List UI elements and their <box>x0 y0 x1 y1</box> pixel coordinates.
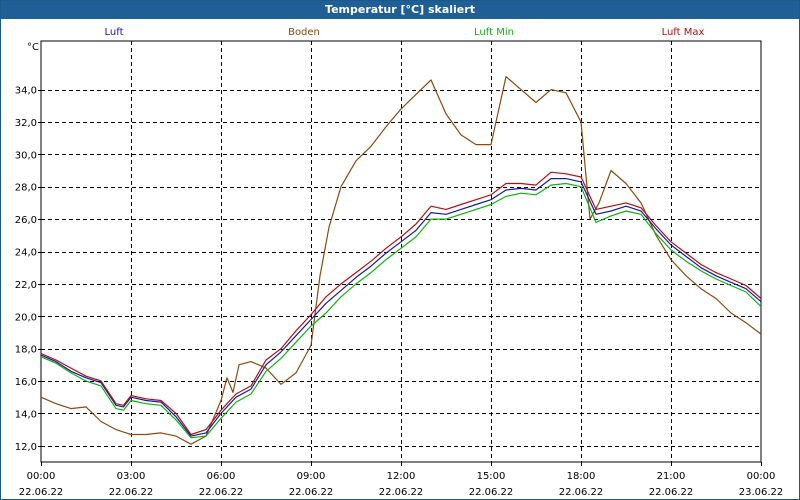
y-tick-label: 26,0 <box>15 215 37 226</box>
y-tick-label: 18,0 <box>15 345 37 356</box>
x-tick-time-label: 12:00 <box>387 471 416 482</box>
y-tick-label: 28,0 <box>15 183 37 194</box>
x-tick-date-label: 22.06.22 <box>289 487 334 498</box>
window-title: Temperatur [°C] skaliert <box>1 1 799 19</box>
y-tick-label: 24,0 <box>15 248 37 259</box>
chart-window: Temperatur [°C] skaliert Luft Boden Luft M… <box>0 0 800 500</box>
x-tick-time-label: 21:00 <box>657 471 686 482</box>
x-tick-date-label: 22.06.22 <box>469 487 514 498</box>
x-tick-time-label: 06:00 <box>207 471 236 482</box>
x-tick-date-label: 22.06.22 <box>379 487 424 498</box>
x-tick-time-label: 00:00 <box>27 471 56 482</box>
legend-item-luft-min: Luft Min <box>474 27 514 38</box>
x-tick-time-label: 18:00 <box>567 471 596 482</box>
legend-item-boden: Boden <box>288 27 320 38</box>
x-tick-date-label: 22.06.22 <box>19 487 64 498</box>
x-tick-time-label: 09:00 <box>297 471 326 482</box>
y-tick-label: 32,0 <box>15 118 37 129</box>
y-tick-label: 34,0 <box>15 86 37 97</box>
chart-legend: Luft Boden Luft Min Luft Max <box>105 27 705 38</box>
y-tick-label: 14,0 <box>15 409 37 420</box>
legend-item-luft-max: Luft Max <box>662 27 705 38</box>
x-tick-time-label: 00:00 <box>747 471 776 482</box>
y-tick-label: 20,0 <box>15 312 37 323</box>
y-axis-unit: °C <box>27 42 39 53</box>
x-tick-date-label: 23.06.22 <box>739 487 784 498</box>
x-tick-date-label: 22.06.22 <box>199 487 244 498</box>
y-tick-label: 22,0 <box>15 280 37 291</box>
x-tick-time-label: 03:00 <box>117 471 146 482</box>
temperature-chart: Luft Boden Luft Min Luft Max °C 12,0 14,0 16,0… <box>15 27 784 498</box>
x-tick-date-label: 22.06.22 <box>109 487 154 498</box>
legend-item-luft: Luft <box>105 27 124 38</box>
y-tick-label: 12,0 <box>15 442 37 453</box>
y-tick-label: 16,0 <box>15 377 37 388</box>
y-tick-label: 30,0 <box>15 150 37 161</box>
x-tick-date-label: 22.06.22 <box>559 487 604 498</box>
x-tick-time-label: 15:00 <box>477 471 506 482</box>
x-tick-date-label: 22.06.22 <box>649 487 694 498</box>
